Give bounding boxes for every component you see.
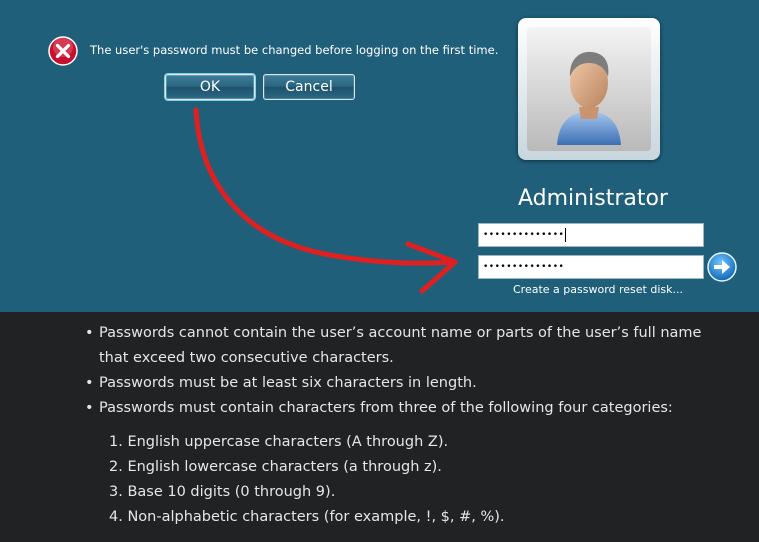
category-item: 1. English uppercase characters (A throu… xyxy=(109,434,449,450)
rule-text: Passwords must be at least six character… xyxy=(99,375,477,391)
rule-text: Passwords must contain characters from t… xyxy=(99,400,673,416)
user-tile xyxy=(518,18,660,160)
submit-arrow-button[interactable] xyxy=(707,252,737,282)
rule-item: Passwords cannot contain the user’s acco… xyxy=(85,321,705,371)
rule-text-continued: that exceed two consecutive characters. xyxy=(99,350,394,366)
rule-item: Passwords must contain characters from t… xyxy=(85,396,705,421)
reset-password-link[interactable]: Create a password reset disk... xyxy=(513,283,683,296)
rule-text: Passwords cannot contain the user’s acco… xyxy=(99,325,702,341)
text-caret xyxy=(565,227,567,242)
user-avatar-icon xyxy=(557,51,621,145)
password-rules: Passwords cannot contain the user’s acco… xyxy=(0,312,759,542)
logon-screen: The user's password must be changed befo… xyxy=(0,0,759,312)
rules-list: Passwords cannot contain the user’s acco… xyxy=(85,321,705,421)
new-password-field[interactable]: •••••••••••••• xyxy=(478,223,704,247)
category-item: 3. Base 10 digits (0 through 9). xyxy=(109,484,336,500)
cancel-button[interactable]: Cancel xyxy=(263,74,355,100)
rule-item: Passwords must be at least six character… xyxy=(85,371,705,396)
ok-button[interactable]: OK xyxy=(165,74,255,100)
confirm-password-field[interactable]: •••••••••••••• xyxy=(478,255,704,279)
error-message: The user's password must be changed befo… xyxy=(90,43,499,57)
category-item: 2. English lowercase characters (a throu… xyxy=(109,459,442,475)
error-icon xyxy=(48,36,78,66)
new-password-value: •••••••••••••• xyxy=(483,230,565,240)
categories-list: 1. English uppercase characters (A throu… xyxy=(109,430,505,530)
confirm-password-value: •••••••••••••• xyxy=(483,262,565,272)
category-item: 4. Non-alphabetic characters (for exampl… xyxy=(109,509,505,525)
username-label: Administrator xyxy=(518,186,668,211)
